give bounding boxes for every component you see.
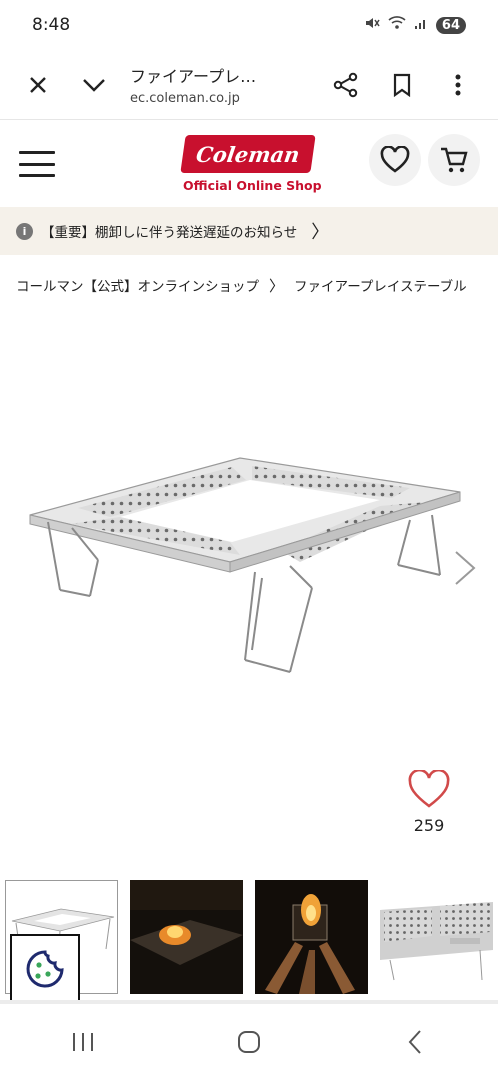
info-icon: i (16, 222, 33, 240)
back-icon (408, 1030, 421, 1054)
site-header: Coleman Official Online Shop (0, 121, 498, 207)
breadcrumb-current: ファイアープレイステーブル (294, 279, 467, 295)
status-bar: 8:48 64 (0, 0, 498, 50)
favorites-button[interactable] (369, 134, 421, 186)
back-button[interactable] (375, 1012, 455, 1072)
cookie-icon (26, 950, 64, 988)
bookmark-icon[interactable] (380, 63, 424, 107)
status-time: 8:48 (32, 15, 71, 35)
product-image-gallery[interactable]: 259 (0, 310, 498, 870)
notice-banner[interactable]: i 【重要】棚卸しに伴う発送遅延のお知らせ 〉 (0, 207, 498, 255)
heart-icon (408, 768, 450, 808)
chevron-down-icon[interactable] (72, 63, 116, 107)
signal-icon (414, 16, 428, 34)
favorite-count: 259 (413, 816, 445, 835)
thumb-fire-closeup[interactable] (255, 880, 368, 994)
breadcrumb-separator: 〉 (269, 276, 285, 295)
next-image-arrow[interactable] (450, 548, 480, 588)
address-bar[interactable]: ファイアープレ… ec.coleman.co.jp (116, 63, 324, 106)
battery-indicator: 64 (435, 16, 466, 34)
home-icon (238, 1031, 260, 1053)
chevron-right-icon (455, 551, 476, 585)
recent-apps-button[interactable] (43, 1012, 123, 1072)
logo-subtitle: Official Online Shop (183, 178, 322, 193)
notice-text: 【重要】棚卸しに伴う発送遅延のお知らせ (41, 225, 298, 241)
thumb-fire-night[interactable] (130, 880, 243, 994)
wifi-icon (388, 16, 406, 34)
page-title: ファイアープレ… (130, 67, 257, 86)
favorite-toggle[interactable]: 259 (404, 768, 454, 835)
coleman-logo[interactable]: Coleman Official Online Shop (180, 135, 322, 193)
cart-button[interactable] (428, 134, 480, 186)
menu-icon[interactable] (19, 151, 55, 177)
more-options-icon[interactable] (436, 63, 480, 107)
page-url: ec.coleman.co.jp (130, 91, 240, 106)
home-button[interactable] (209, 1012, 289, 1072)
mute-icon (364, 15, 380, 35)
chevron-right-icon: 〉 (311, 222, 330, 243)
thumb-table-detail[interactable] (380, 880, 493, 994)
browser-toolbar: ファイアープレ… ec.coleman.co.jp (0, 50, 498, 120)
logo-badge: Coleman (180, 135, 316, 173)
status-icons: 64 (364, 15, 466, 35)
close-icon[interactable] (16, 63, 60, 107)
cart-icon (441, 147, 468, 173)
share-icon[interactable] (324, 63, 368, 107)
system-nav-bar (0, 1004, 498, 1080)
recent-apps-icon (73, 1033, 93, 1051)
breadcrumb: コールマン【公式】オンラインショップ 〉 ファイアープレイステーブル (0, 262, 498, 308)
heart-outline-icon (380, 146, 410, 173)
cookie-settings-button[interactable] (10, 934, 80, 1004)
breadcrumb-home[interactable]: コールマン【公式】オンラインショップ (16, 275, 259, 295)
